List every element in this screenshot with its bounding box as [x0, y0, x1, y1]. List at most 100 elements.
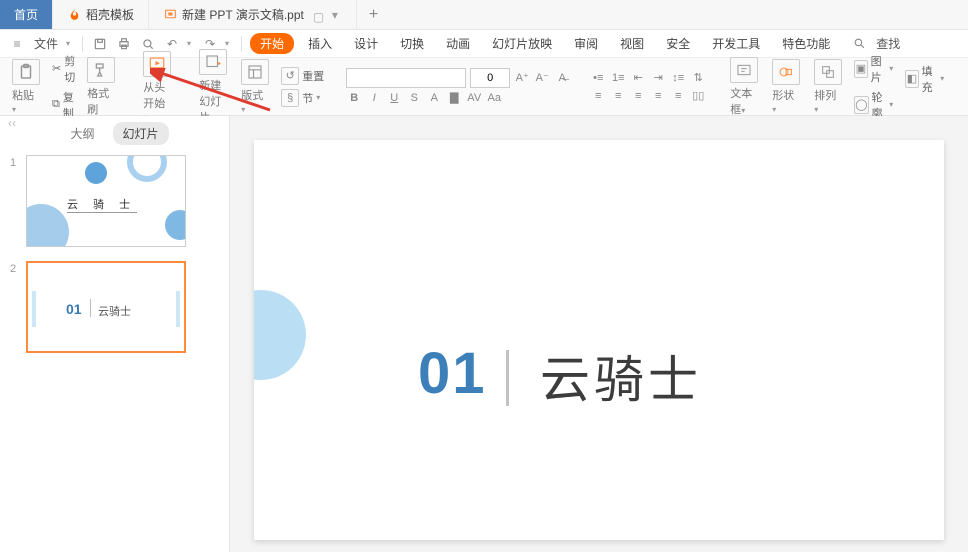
separator	[82, 36, 83, 52]
copy-icon: ⧉	[52, 98, 60, 111]
menu-icon[interactable]: ≡	[8, 35, 26, 53]
layout-group[interactable]: 版式 ▾	[237, 59, 273, 115]
tab-slideshow[interactable]: 幻灯片放映	[484, 35, 560, 52]
circle-shape	[85, 162, 107, 184]
thumbnail-1[interactable]: 云 骑 士	[26, 155, 186, 247]
highlight-icon[interactable]: ▇	[446, 90, 462, 106]
pin-icon[interactable]: ▢	[313, 10, 323, 20]
align-right-icon[interactable]: ≡	[630, 88, 646, 104]
sidetab-outline[interactable]: 大纲	[60, 122, 104, 145]
newslide-group[interactable]: 新建幻灯片 ▾	[195, 49, 231, 125]
format-painter-group[interactable]: 格式刷	[83, 57, 119, 117]
chevron-down-icon[interactable]: ▾	[225, 39, 229, 48]
shape-label: 形状▾	[772, 87, 800, 115]
tab-document[interactable]: 新建 PPT 演示文稿.ppt ▢ ▾	[149, 0, 357, 29]
strike-icon[interactable]: S	[406, 90, 422, 106]
align-left-icon[interactable]: ≡	[590, 88, 606, 104]
newslide-icon	[199, 49, 227, 75]
sidetab-slides[interactable]: 幻灯片	[113, 122, 169, 145]
fill-icon: ◧	[905, 70, 918, 88]
tab-template[interactable]: 稻壳模板	[53, 0, 149, 29]
chevron-down-icon[interactable]: ▾	[187, 39, 191, 48]
textbox-label: 文本框▾	[730, 85, 758, 117]
fill-col: ◧填充▾ x	[903, 62, 950, 112]
indent-dec-icon[interactable]: ⇤	[630, 70, 646, 86]
change-case-icon[interactable]: Aa	[486, 90, 502, 106]
tab-transition[interactable]: 切换	[392, 35, 432, 52]
tab-devtools[interactable]: 开发工具	[704, 35, 768, 52]
outline-icon: ◯	[854, 96, 868, 114]
chevron-down-icon[interactable]: ▾	[66, 39, 70, 48]
numbering-icon[interactable]: 1≡	[610, 70, 626, 86]
indent-inc-icon[interactable]: ⇥	[650, 70, 666, 86]
grow-font-icon[interactable]: A⁺	[514, 70, 530, 86]
paste-group: 粘贴 ▾	[8, 59, 44, 115]
italic-icon[interactable]: I	[366, 90, 382, 106]
thumb-row: 2 01 云骑士	[10, 261, 219, 353]
textbox-group[interactable]: 文本框▾	[726, 57, 762, 117]
format-painter-label: 格式刷	[87, 85, 115, 117]
arrange-label: 排列▾	[814, 87, 842, 115]
clipboard-col: ✂剪切 ⧉复制	[50, 52, 77, 122]
line-spacing-icon[interactable]: ↕≡	[670, 70, 686, 86]
search-icon[interactable]	[850, 35, 868, 53]
close-icon[interactable]: ▾	[332, 8, 342, 22]
play-group[interactable]: 从头开始 ▾	[139, 51, 175, 123]
slide-canvas[interactable]: 01 云骑士	[230, 116, 968, 552]
arrange-group[interactable]: 排列▾	[810, 59, 846, 115]
workspace: ‹‹ 大纲 幻灯片 1 云 骑 士 2	[0, 116, 968, 552]
text-direction-icon[interactable]: ⇅	[690, 70, 706, 86]
tab-review[interactable]: 审阅	[566, 35, 606, 52]
reset-button[interactable]: ↺重置	[279, 66, 326, 86]
fill-button[interactable]: ◧填充▾	[903, 62, 950, 96]
thumb-number: 2	[10, 261, 20, 353]
circle-shape	[165, 210, 186, 240]
ppt-icon	[163, 8, 177, 22]
paste-icon[interactable]	[12, 59, 40, 85]
divider-shape	[506, 350, 509, 406]
line-shape	[67, 212, 137, 213]
separator	[241, 36, 242, 52]
save-icon[interactable]	[91, 35, 109, 53]
current-slide[interactable]: 01 云骑士	[254, 140, 944, 540]
ribbon: 粘贴 ▾ ✂剪切 ⧉复制 格式刷 从头开始 ▾ 新建幻灯片 ▾ 版式 ▾ ↺重置…	[0, 58, 968, 116]
tab-view[interactable]: 视图	[612, 35, 652, 52]
print-icon[interactable]	[115, 35, 133, 53]
cut-button[interactable]: ✂剪切	[50, 52, 77, 86]
clear-format-icon[interactable]: A̶	[554, 70, 570, 86]
tab-design[interactable]: 设计	[346, 35, 386, 52]
font-size-input[interactable]	[470, 68, 510, 88]
collapse-icon[interactable]: ‹‹	[8, 116, 16, 130]
arrange-icon	[814, 59, 842, 85]
shrink-font-icon[interactable]: A⁻	[534, 70, 550, 86]
tab-add[interactable]: +	[357, 0, 390, 29]
tab-animation[interactable]: 动画	[438, 35, 478, 52]
distribute-icon[interactable]: ≡	[670, 88, 686, 104]
font-name-input[interactable]	[346, 68, 466, 88]
shape-group[interactable]: 形状▾	[768, 59, 804, 115]
bullets-icon[interactable]: •≡	[590, 70, 606, 86]
tab-home[interactable]: 首页	[0, 0, 53, 29]
tab-security[interactable]: 安全	[658, 35, 698, 52]
layout-icon	[241, 59, 269, 85]
char-spacing-icon[interactable]: AV	[466, 90, 482, 106]
file-menu[interactable]: 文件	[32, 35, 60, 52]
underline-icon[interactable]: U	[386, 90, 402, 106]
circle-shape	[254, 290, 306, 380]
picture-icon: ▣	[854, 60, 867, 78]
thumbnail-2[interactable]: 01 云骑士	[26, 261, 186, 353]
search-label[interactable]: 查找	[874, 35, 902, 52]
picture-button[interactable]: ▣图片▾	[852, 52, 899, 86]
font-color-icon[interactable]: A	[426, 90, 442, 106]
bold-icon[interactable]: B	[346, 90, 362, 106]
tab-special[interactable]: 特色功能	[774, 35, 838, 52]
align-center-icon[interactable]: ≡	[610, 88, 626, 104]
section-button[interactable]: §节▾	[279, 88, 326, 108]
play-icon	[143, 51, 171, 77]
tab-start[interactable]: 开始	[250, 33, 294, 54]
columns-icon[interactable]: ▯▯	[690, 88, 706, 104]
tab-insert[interactable]: 插入	[300, 35, 340, 52]
font-col: A⁺ A⁻ A̶ B I U S A ▇ AV Aa	[346, 68, 570, 106]
align-justify-icon[interactable]: ≡	[650, 88, 666, 104]
thumb-number-text: 01	[66, 301, 82, 317]
